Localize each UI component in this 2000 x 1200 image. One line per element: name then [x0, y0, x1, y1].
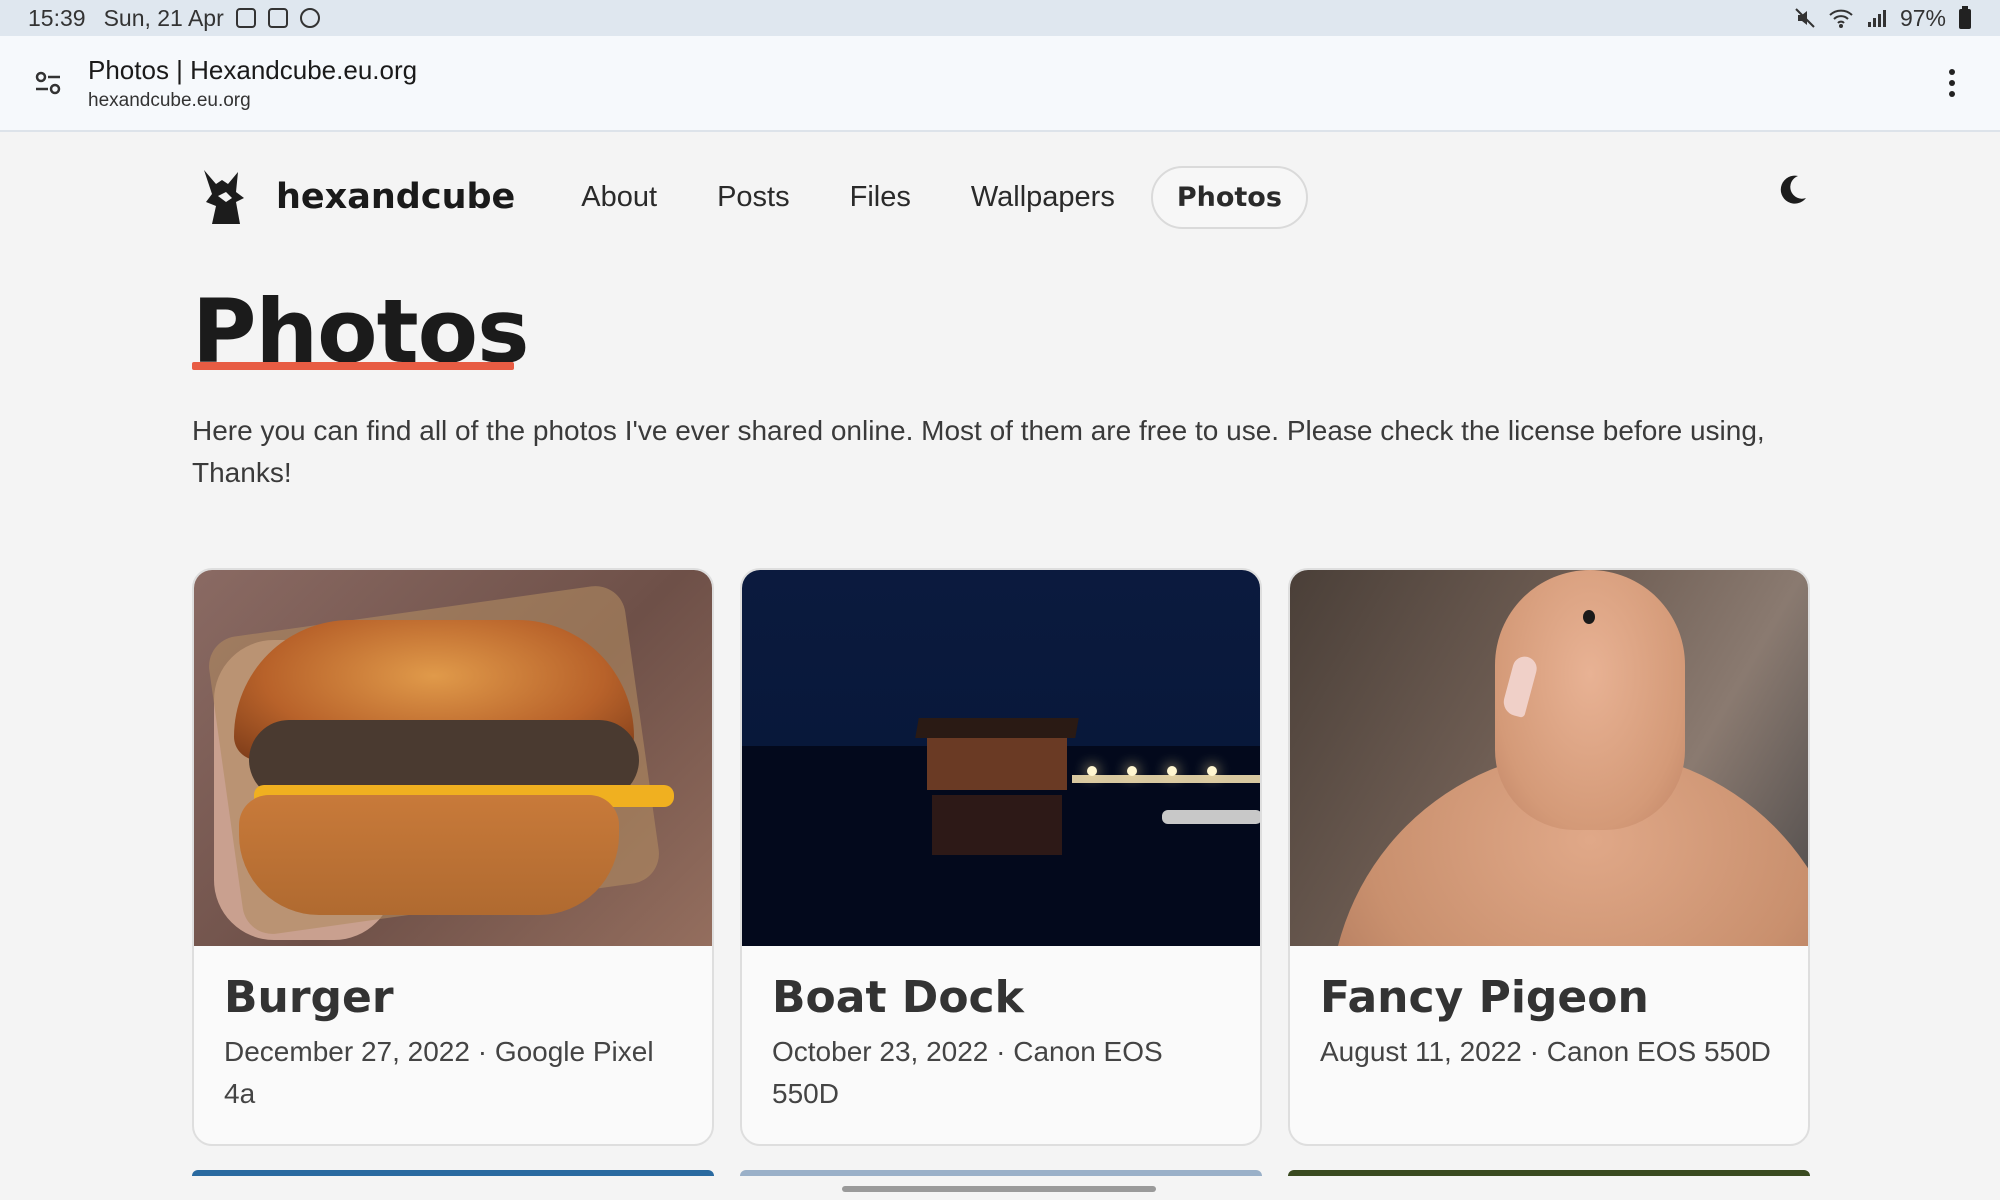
nav-photos[interactable]: Photos [1150, 165, 1308, 229]
wifi-icon [1829, 9, 1853, 28]
photo-meta: October 23, 2022 · Canon EOS 550D [772, 1036, 1163, 1109]
nav-posts[interactable]: Posts [693, 167, 814, 228]
photo-card-partial[interactable] [1288, 1170, 1810, 1176]
url-info[interactable]: Photos | Hexandcube.eu.org hexandcube.eu… [88, 55, 1934, 112]
page-intro: Here you can find all of the photos I've… [192, 415, 1765, 488]
status-date: Sun, 21 Apr [103, 4, 224, 31]
site-header: hexandcube About Posts Files Wallpapers … [192, 160, 1812, 234]
dark-mode-toggle-icon[interactable] [1772, 170, 1812, 210]
main-nav: About Posts Files Wallpapers Photos [557, 165, 1308, 229]
nav-wallpapers[interactable]: Wallpapers [947, 167, 1139, 228]
browser-domain: hexandcube.eu.org [88, 89, 251, 111]
battery-icon [1959, 6, 1971, 29]
site-brand[interactable]: hexandcube [276, 177, 515, 217]
photo-title[interactable]: Boat Dock [772, 972, 1230, 1023]
photo-card-partial[interactable] [740, 1170, 1262, 1176]
burger-photo[interactable] [194, 570, 712, 946]
browser-menu-icon[interactable] [1934, 65, 1970, 101]
browser-page-title: Photos | Hexandcube.eu.org [88, 54, 418, 85]
dnd-icon [299, 8, 320, 28]
status-bar: 15:39 Sun, 21 Apr 97% [0, 0, 2000, 36]
photo-card-fancy-pigeon[interactable]: Fancy Pigeon August 11, 2022 · Canon EOS… [1288, 568, 1810, 1146]
site-settings-icon[interactable] [30, 65, 66, 101]
nav-about[interactable]: About [557, 167, 681, 228]
photo-meta: December 27, 2022 · Google Pixel 4a [224, 1036, 654, 1109]
fancy-pigeon-photo[interactable] [1290, 570, 1808, 946]
signal-icon [1867, 10, 1886, 27]
photo-card-partial[interactable] [192, 1170, 714, 1176]
nav-files[interactable]: Files [826, 167, 935, 228]
next-row-partial [192, 1170, 1810, 1176]
boat-dock-photo[interactable] [742, 570, 1260, 946]
gallery-icon [235, 8, 256, 28]
mute-icon [1795, 8, 1815, 28]
browser-url-bar: Photos | Hexandcube.eu.org hexandcube.eu… [0, 36, 2000, 132]
gesture-home-bar[interactable] [842, 1186, 1156, 1192]
battery-percent: 97% [1899, 4, 1946, 31]
status-time: 15:39 [28, 4, 86, 31]
photo-title[interactable]: Fancy Pigeon [1320, 972, 1778, 1023]
photo-card-burger[interactable]: Burger December 27, 2022 · Google Pixel … [192, 568, 714, 1146]
screenshot-icon [267, 8, 288, 28]
title-underline [192, 362, 514, 370]
photo-card-boat-dock[interactable]: Boat Dock October 23, 2022 · Canon EOS 5… [740, 568, 1262, 1146]
photo-title[interactable]: Burger [224, 972, 682, 1023]
photo-grid: Burger December 27, 2022 · Google Pixel … [192, 568, 1810, 1146]
photo-meta: August 11, 2022 · Canon EOS 550D [1320, 1036, 1771, 1067]
fox-logo-icon[interactable] [192, 162, 262, 232]
